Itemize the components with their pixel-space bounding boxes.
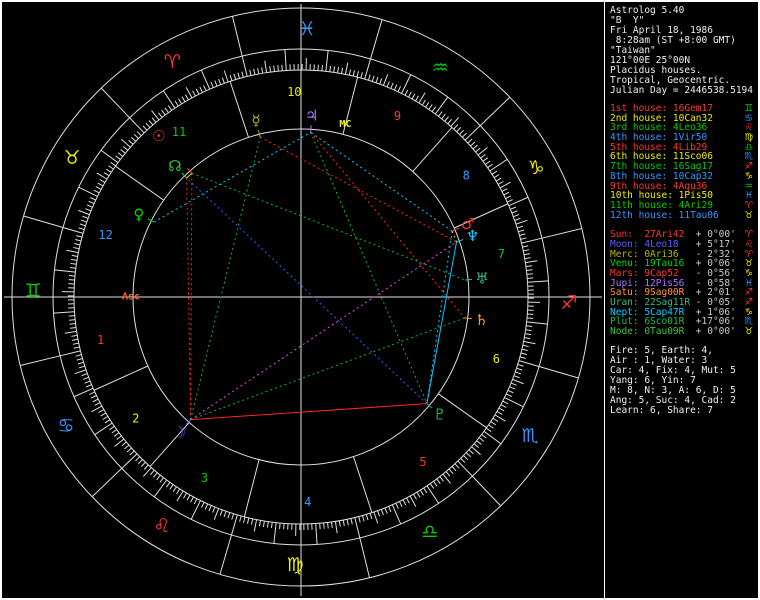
house-number-3: 3 <box>201 471 208 485</box>
sign-glyph-tau: ♉ <box>744 326 753 338</box>
angle-label-asc: Asc <box>122 292 140 303</box>
planet-degree-markers <box>147 125 473 426</box>
house-cusp-text: 12th house: 11Tau06 <box>610 209 719 221</box>
house-number-9: 9 <box>394 109 401 123</box>
house-number-4: 4 <box>304 495 311 509</box>
planet-glyph-mercury: ☿ <box>251 112 260 130</box>
aspect-sun-node <box>186 172 193 179</box>
house-number-11: 11 <box>172 125 186 139</box>
axis-lines <box>4 4 602 596</box>
aspect-lines <box>153 131 466 421</box>
sign-glyph-sag: ♐ <box>560 292 577 314</box>
astrolog-window: ♈ ♉ ♊ ♋ ♌ ♍ ♎ ♏ ♐ ♑ ♒ ♓ 1 2 3 4 5 6 7 8 9 10 11 12 ☉ ☽ ☿ ♀ ♂ ♃ ♄ ♅ ♆ ♇ ☊ As… <box>0 0 760 600</box>
angle-label-mc: MC <box>339 119 351 130</box>
aspect-venus-jupiter <box>153 131 311 223</box>
sign-glyph-pis: ♓ <box>298 18 315 40</box>
planet-glyph-saturn: ♄ <box>475 311 488 329</box>
element-stats: Fire: 5, Earth: 4, Air : 1, Water: 3 Car: … <box>610 345 756 416</box>
house-number-1: 1 <box>97 333 104 347</box>
aspect-mars-jupiter <box>310 131 453 232</box>
sign-glyph-sco: ♏ <box>522 425 539 447</box>
aspect-moon-saturn <box>190 317 465 421</box>
planet-glyphs: ☉☽☿♀♂♃♄♅♆♇☊ <box>133 106 488 441</box>
aspect-moon-neptune <box>190 241 457 421</box>
house-number-6: 6 <box>493 352 500 366</box>
aspect-sun-moon <box>190 173 193 420</box>
house-number-2: 2 <box>132 411 139 425</box>
natal-chart-wheel: ♈♉♊♋♌♍♎♏♐♑♒♓123456789101112☉☽☿♀♂♃♄♅♆♇☊As… <box>4 4 602 596</box>
aspect-pluto-node <box>186 177 428 405</box>
sign-glyph-tau: ♉ <box>63 147 80 169</box>
planet-glyph-pluto: ♇ <box>433 406 446 424</box>
planet-glyph-node: ☊ <box>168 157 181 175</box>
sign-glyph-can: ♋ <box>57 415 74 437</box>
header-line-9: Julian Day = 2446538.5194 <box>610 85 753 96</box>
house-number-12: 12 <box>98 228 112 242</box>
planet-glyph-venus: ♀ <box>133 205 144 223</box>
planet-glyph-moon: ☽ <box>173 423 186 441</box>
sign-glyph-vir: ♍ <box>286 554 303 576</box>
planet-row-node: Node: 0Tau09R + 0°00' ♉ <box>610 327 756 337</box>
house-number-7: 7 <box>498 247 505 261</box>
planet-latitude-text: + 0°00' <box>695 326 736 338</box>
planet-glyph-uranus: ♅ <box>475 269 488 287</box>
house-number-10: 10 <box>287 85 301 99</box>
sign-glyph-leo: ♌ <box>153 515 170 537</box>
house-cusp-table: 1st house: 16Gem17 ♊ 2nd house: 10Can32 ♋ 3r… <box>610 104 756 220</box>
stats-line-7: Learn: 6, Share: 7 <box>610 404 713 416</box>
house-number-8: 8 <box>463 169 470 183</box>
aspect-neptune-pluto <box>426 241 458 404</box>
house-number-5: 5 <box>419 455 426 469</box>
planet-position-table: Sun: 27Ari42 + 0°00' ♈ Moon: 4Leo18 + 5°17… <box>610 230 756 337</box>
sign-glyph-ari: ♈ <box>164 51 181 73</box>
sign-glyph-gem: ♊ <box>25 280 42 302</box>
info-sidebar: Astrolog 5.40 "B Y" Fri April 18, 1986 8:2… <box>604 2 758 598</box>
aspect-moon-node <box>186 178 192 420</box>
sign-glyph-cap: ♑ <box>528 157 545 179</box>
planet-glyph-neptune: ♆ <box>466 227 479 245</box>
sign-glyph-tau: ♉ <box>744 209 753 221</box>
sign-glyph-aqu: ♒ <box>432 57 449 79</box>
aspect-jupiter-saturn <box>310 131 466 319</box>
planet-glyph-sun: ☉ <box>152 127 165 145</box>
house-row-12: 12th house: 11Tau06 ♉ <box>610 209 756 221</box>
aspect-moon-pluto <box>190 403 427 421</box>
chart-header: Astrolog 5.40 "B Y" Fri April 18, 1986 8:2… <box>610 6 756 96</box>
aspect-mercury-neptune <box>259 136 457 243</box>
planet-glyph-jupiter: ♃ <box>305 106 318 124</box>
sign-glyph-lib: ♎ <box>421 521 438 543</box>
planet-position-text: Node: 0Tau09R <box>610 326 696 338</box>
aspect-moon-mercury <box>190 137 261 420</box>
chart-wheel-area[interactable]: ♈ ♉ ♊ ♋ ♌ ♍ ♎ ♏ ♐ ♑ ♒ ♓ 1 2 3 4 5 6 7 8 9 10 11 12 ☉ ☽ ☿ ♀ ♂ ♃ ♄ ♅ ♆ ♇ ☊ As… <box>2 2 604 598</box>
